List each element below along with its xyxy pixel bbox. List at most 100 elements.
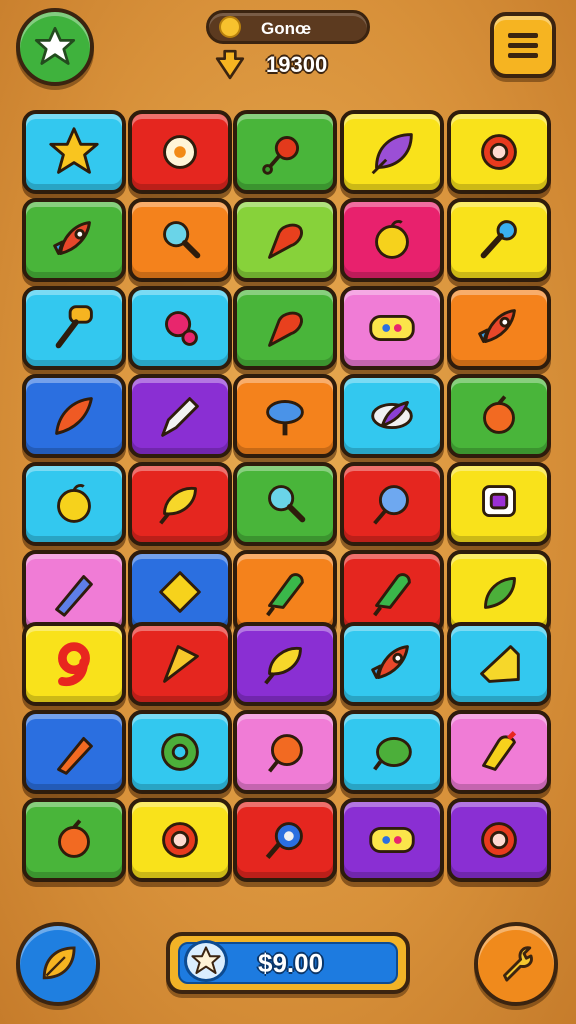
game-tile[interactable]: [128, 374, 232, 458]
mallet-icon: [55, 305, 93, 349]
game-tile[interactable]: [340, 110, 444, 194]
game-tile[interactable]: [233, 374, 337, 458]
bug-icon: [262, 136, 300, 175]
game-tile[interactable]: [447, 622, 551, 706]
game-tile[interactable]: [233, 462, 337, 546]
donut-icon: [161, 733, 199, 771]
wrench-icon: [503, 946, 533, 982]
game-tile[interactable]: [233, 622, 337, 706]
ring-icon: [162, 822, 198, 858]
game-tile[interactable]: [447, 110, 551, 194]
frame-icon: [482, 485, 516, 518]
title-bar: Gonœ: [206, 10, 370, 44]
bandage-icon: [369, 826, 415, 854]
game-title: Gonœ: [261, 19, 312, 38]
melon-icon: [373, 737, 412, 771]
game-tile[interactable]: [233, 286, 337, 370]
game-tile[interactable]: [22, 462, 126, 546]
pencil-icon: [161, 397, 199, 437]
peach-icon: [268, 734, 303, 773]
popsicle-icon: [266, 573, 304, 617]
leaf-powerup-button[interactable]: [16, 922, 100, 1006]
game-tile[interactable]: [233, 798, 337, 882]
game-tile[interactable]: [340, 798, 444, 882]
game-tile[interactable]: [233, 710, 337, 794]
crayon-icon: [55, 575, 93, 617]
currency-value: $9.00: [258, 948, 324, 978]
game-tile[interactable]: [22, 798, 126, 882]
star-icon: [49, 127, 99, 174]
flower-icon: [163, 135, 197, 169]
bell-icon: [483, 395, 515, 434]
rocket-icon: [478, 309, 516, 343]
game-tile[interactable]: [128, 798, 232, 882]
lemon-icon: [264, 646, 302, 685]
apple-icon: [57, 484, 91, 523]
game-tile[interactable]: [447, 710, 551, 794]
fish-icon: [371, 401, 413, 430]
game-tile[interactable]: [22, 110, 126, 194]
game-tile[interactable]: [447, 286, 551, 370]
game-tile[interactable]: [22, 198, 126, 282]
game-tile[interactable]: [340, 286, 444, 370]
bandage-icon: [369, 314, 415, 342]
game-tile[interactable]: [128, 462, 232, 546]
game-tile[interactable]: [128, 110, 232, 194]
game-tile[interactable]: [447, 374, 551, 458]
game-tile[interactable]: [340, 710, 444, 794]
magnifier-icon: [268, 485, 306, 523]
apple-icon: [375, 220, 409, 259]
star-menu-button[interactable]: [16, 8, 94, 86]
coin-icon: [219, 16, 241, 38]
game-tile[interactable]: [340, 198, 444, 282]
game-tile[interactable]: [128, 198, 232, 282]
wrench-powerup-button[interactable]: [474, 922, 558, 1006]
flower-star-icon: [34, 26, 76, 65]
game-tile[interactable]: [447, 462, 551, 546]
lemon-icon: [159, 486, 197, 525]
game-tile[interactable]: [340, 374, 444, 458]
currency-bar: $9.00: [166, 932, 410, 994]
magnifier-icon: [163, 221, 201, 259]
feather-icon: [55, 397, 93, 435]
rocket-icon: [53, 221, 91, 255]
game-tile[interactable]: [128, 622, 232, 706]
rocket-icon: [371, 645, 409, 679]
marker-icon: [57, 737, 93, 775]
game-tile[interactable]: [128, 710, 232, 794]
pepper-icon: [484, 577, 516, 609]
bell-icon: [58, 819, 90, 858]
leaf-icon: [371, 133, 413, 175]
key-icon: [265, 822, 303, 859]
leaf-icon: [42, 946, 76, 980]
game-tile[interactable]: [128, 286, 232, 370]
game-tile[interactable]: [233, 198, 337, 282]
pizza-icon: [163, 645, 199, 683]
hamburger-icon: [508, 33, 538, 58]
lamp-icon: [482, 730, 517, 771]
menu-button[interactable]: [490, 12, 556, 78]
ring-icon: [481, 822, 517, 858]
shovel-icon: [480, 220, 517, 259]
diamond-icon: [159, 571, 201, 613]
ring-icon: [481, 134, 517, 170]
arrow-gem-icon: [215, 49, 245, 80]
score-display: 19300: [214, 48, 364, 82]
game-tile[interactable]: [22, 622, 126, 706]
game-tile[interactable]: [22, 710, 126, 794]
cheese-icon: [480, 645, 520, 683]
game-tile[interactable]: [22, 374, 126, 458]
nine-icon: [58, 642, 90, 687]
carrot-icon: [268, 223, 303, 259]
game-tile[interactable]: [340, 622, 444, 706]
game-tile[interactable]: [447, 198, 551, 282]
game-tile[interactable]: [340, 462, 444, 546]
game-tile[interactable]: [447, 798, 551, 882]
kite-icon: [373, 485, 409, 525]
star-badge-icon: [184, 940, 228, 982]
score-value: 19300: [266, 52, 328, 77]
popsicle-icon: [373, 573, 411, 617]
game-tile[interactable]: [22, 286, 126, 370]
game-tile[interactable]: [233, 110, 337, 194]
top-icon: [266, 400, 304, 436]
